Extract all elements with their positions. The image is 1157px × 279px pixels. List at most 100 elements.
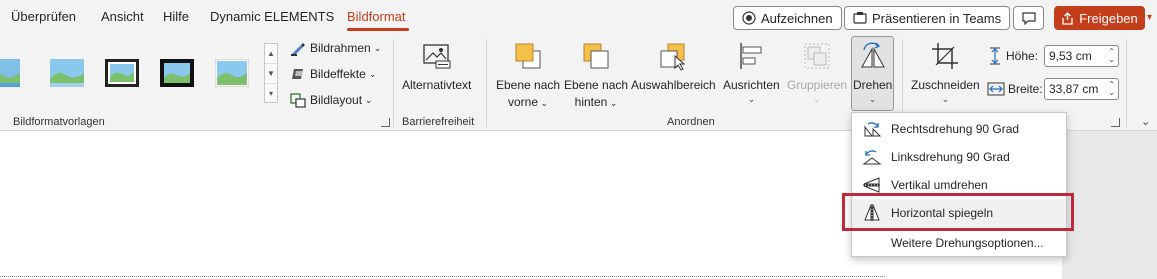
send-backward-button[interactable]: Ebene nach hinten ⌄	[564, 39, 628, 112]
crop-chevron-icon: ⌄	[941, 94, 950, 104]
comment-icon	[1021, 11, 1036, 25]
share-label: Freigeben	[1079, 10, 1138, 26]
tab-hilfe[interactable]: Hilfe	[163, 9, 189, 24]
width-value: 33,87 cm	[1049, 82, 1099, 96]
present-in-teams-label: Präsentieren in Teams	[872, 10, 1002, 26]
picture-effects-label: Bildeffekte	[310, 67, 366, 81]
comments-button[interactable]	[1013, 6, 1044, 30]
picture-style-thumbnail[interactable]	[0, 59, 20, 87]
collapse-ribbon-icon[interactable]: ⌄	[1141, 115, 1150, 128]
align-icon	[734, 39, 768, 73]
menu-item-more-rotation-options[interactable]: Weitere Drehungsoptionen...	[852, 229, 1066, 257]
group-objects-chevron-icon: ⌄	[813, 94, 821, 104]
gallery-scroll-down-icon[interactable]: ▼	[265, 64, 277, 84]
size-dialog-launcher-icon[interactable]	[1111, 118, 1120, 127]
slide-border-dotted	[0, 276, 885, 277]
share-button[interactable]: Freigeben	[1054, 6, 1145, 30]
alt-text-icon	[420, 39, 454, 73]
width-input[interactable]: 33,87 cm ⌃ ⌄	[1044, 78, 1119, 100]
menu-item-rotate-right-90[interactable]: Rechtsdrehung 90 Grad	[852, 115, 1066, 143]
selection-pane-icon	[656, 39, 690, 73]
group-separator	[393, 39, 394, 127]
alt-text-button[interactable]: Alternativtext	[402, 39, 471, 94]
record-button[interactable]: Aufzeichnen	[733, 6, 842, 30]
menu-item-rotate-left-90[interactable]: Linksdrehung 90 Grad	[852, 143, 1066, 171]
group-label-accessibility: Barrierefreiheit	[402, 116, 475, 128]
send-backward-label-line1: Ebene nach	[564, 78, 629, 92]
picture-style-thumbnail[interactable]	[160, 59, 194, 87]
tab-bildformat[interactable]: Bildformat	[347, 9, 406, 24]
align-chevron-icon: ⌄	[747, 94, 756, 104]
align-label: Ausrichten	[723, 78, 780, 92]
height-input[interactable]: 9,53 cm ⌃ ⌄	[1044, 45, 1119, 67]
ribbon-tab-bar: Überprüfen Ansicht Hilfe Dynamic ELEMENT…	[0, 0, 1157, 33]
present-in-teams-button[interactable]: Präsentieren in Teams	[844, 6, 1011, 30]
width-spinner-icon[interactable]: ⌃ ⌄	[1108, 81, 1115, 97]
alt-text-label: Alternativtext	[402, 78, 472, 92]
rotate-icon	[856, 39, 890, 73]
width-icon	[987, 82, 1005, 96]
bring-forward-icon	[511, 39, 545, 73]
crop-label: Zuschneiden	[911, 78, 980, 92]
active-tab-indicator	[347, 28, 409, 31]
record-icon	[742, 11, 756, 25]
picture-effects-button[interactable]: Bildeffekte ⌄	[290, 64, 376, 84]
teams-present-icon	[853, 12, 867, 24]
picture-styles-dialog-launcher-icon[interactable]	[381, 118, 390, 127]
bring-forward-label-line2: vorne	[507, 95, 539, 109]
tab-ueberpruefen[interactable]: Überprüfen	[11, 9, 76, 24]
bring-forward-label-line1: Ebene nach	[496, 78, 561, 92]
menu-item-label: Linksdrehung 90 Grad	[891, 150, 1010, 164]
picture-border-label: Bildrahmen	[310, 41, 371, 55]
picture-layout-label: Bildlayout	[310, 93, 363, 107]
crop-icon	[928, 39, 962, 73]
picture-border-button[interactable]: Bildrahmen ⌄	[290, 38, 381, 58]
picture-style-thumbnail[interactable]	[214, 58, 250, 88]
group-objects-label: Gruppieren	[787, 78, 848, 92]
bring-forward-button[interactable]: Ebene nach vorne ⌄	[496, 39, 560, 112]
gallery-scrollbar[interactable]: ▲ ▼ ▾	[264, 43, 278, 103]
menu-item-label: Weitere Drehungsoptionen...	[891, 236, 1044, 250]
picture-style-thumbnail[interactable]	[105, 59, 139, 87]
menu-item-label: Vertikal umdrehen	[891, 178, 988, 192]
group-separator	[1126, 39, 1127, 127]
rotate-chevron-icon: ⌄	[868, 94, 877, 104]
rotate-right-icon	[862, 119, 882, 139]
rotate-button[interactable]: Drehen ⌄	[853, 39, 892, 104]
menu-item-label: Rechtsdrehung 90 Grad	[891, 122, 1020, 136]
rotate-dropdown-menu: Rechtsdrehung 90 Grad Linksdrehung 90 Gr…	[851, 112, 1067, 257]
height-label: Höhe:	[1006, 49, 1039, 63]
rotate-left-icon	[862, 147, 882, 167]
share-icon	[1062, 11, 1073, 25]
group-objects-button: Gruppieren ⌄	[787, 39, 847, 104]
group-label-picture-styles: Bildformatvorlagen	[13, 116, 105, 128]
tab-ansicht[interactable]: Ansicht	[101, 9, 144, 24]
height-value: 9,53 cm	[1049, 49, 1092, 63]
annotation-highlight-box	[842, 193, 1074, 231]
picture-layout-icon	[290, 93, 306, 108]
align-button[interactable]: Ausrichten ⌄	[723, 39, 780, 104]
height-row: Höhe:	[987, 45, 1038, 67]
send-backward-icon	[579, 39, 613, 73]
tab-dynamic-elements[interactable]: Dynamic ELEMENTS	[210, 9, 334, 24]
gallery-more-icon[interactable]: ▾	[265, 84, 277, 104]
width-row: Breite:	[987, 78, 1043, 100]
selection-pane-label: Auswahlbereich	[631, 78, 716, 92]
group-separator	[486, 39, 487, 127]
rotate-label: Drehen	[853, 78, 893, 92]
picture-effects-icon	[292, 69, 303, 79]
group-label-arrange: Anordnen	[667, 116, 715, 128]
width-label: Breite:	[1008, 82, 1043, 96]
height-spinner-icon[interactable]: ⌃ ⌄	[1108, 48, 1115, 64]
flip-vertical-icon	[862, 175, 882, 195]
picture-layout-button[interactable]: Bildlayout ⌄	[290, 90, 373, 110]
crop-button[interactable]: Zuschneiden ⌄	[911, 39, 980, 104]
group-objects-icon	[800, 39, 834, 73]
gallery-scroll-up-icon[interactable]: ▲	[265, 44, 277, 64]
selection-pane-button[interactable]: Auswahlbereich	[631, 39, 716, 94]
picture-border-icon	[291, 43, 305, 56]
share-dropdown-chevron-icon[interactable]: ▾	[1147, 12, 1152, 23]
height-icon	[990, 47, 1000, 65]
picture-style-thumbnail[interactable]	[50, 59, 84, 87]
send-backward-label-line2: hinten	[574, 95, 608, 109]
